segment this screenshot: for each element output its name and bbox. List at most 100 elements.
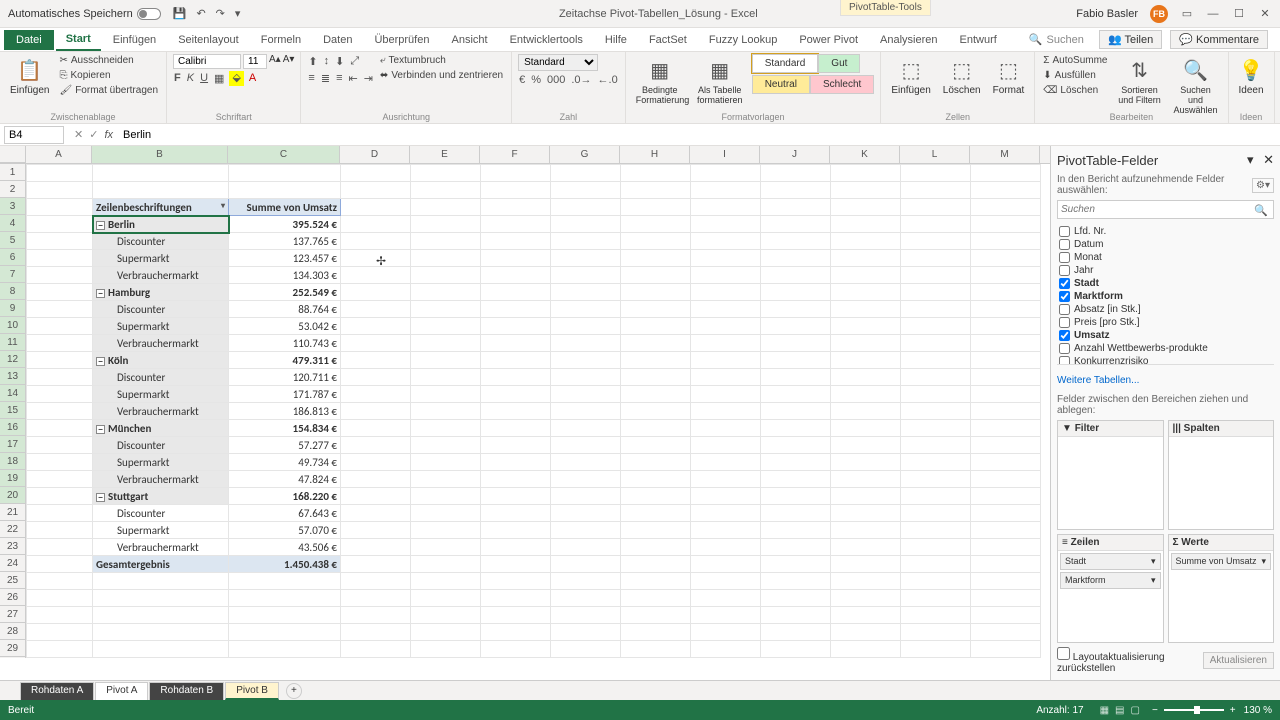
fx-icon[interactable]: fx — [104, 129, 113, 141]
fill-color-button[interactable]: ⬙ — [229, 71, 243, 86]
cell-F8[interactable] — [481, 284, 551, 301]
field-datum[interactable]: Datum — [1057, 238, 1274, 251]
cell-F28[interactable] — [481, 624, 551, 641]
cell-I4[interactable] — [691, 216, 761, 233]
row-header-26[interactable]: 26 — [0, 589, 25, 606]
field-checkbox[interactable] — [1059, 252, 1070, 263]
cut-button[interactable]: ✂ Ausschneiden — [57, 54, 160, 67]
cell-F1[interactable] — [481, 165, 551, 182]
cell-B29[interactable] — [93, 641, 229, 658]
increase-font-icon[interactable]: A▴ — [269, 54, 281, 69]
cell-H6[interactable] — [621, 250, 691, 267]
cell-H15[interactable] — [621, 403, 691, 420]
cell-D22[interactable] — [341, 522, 411, 539]
merge-button[interactable]: ⬌ Verbinden und zentrieren — [378, 69, 505, 82]
cell-B4[interactable]: −Berlin — [93, 216, 229, 233]
cell-F9[interactable] — [481, 301, 551, 318]
row-header-3[interactable]: 3 — [0, 198, 25, 215]
row-header-11[interactable]: 11 — [0, 334, 25, 351]
cell-C12[interactable]: 479.311 € — [229, 352, 341, 369]
cell-M18[interactable] — [971, 454, 1041, 471]
cell-H14[interactable] — [621, 386, 691, 403]
cell-M20[interactable] — [971, 488, 1041, 505]
rows-zone[interactable]: ≡ Zeilen Stadt▾Marktform▾ — [1057, 534, 1164, 644]
col-header-A[interactable]: A — [26, 146, 92, 163]
cell-E20[interactable] — [411, 488, 481, 505]
cell-K6[interactable] — [831, 250, 901, 267]
cell-L22[interactable] — [901, 522, 971, 539]
cell-I29[interactable] — [691, 641, 761, 658]
cell-I19[interactable] — [691, 471, 761, 488]
cell-E28[interactable] — [411, 624, 481, 641]
comments-button[interactable]: 💬 Kommentare — [1170, 30, 1268, 49]
cell-J15[interactable] — [761, 403, 831, 420]
field-checkbox[interactable] — [1059, 343, 1070, 354]
cell-A4[interactable] — [27, 216, 93, 233]
cell-I7[interactable] — [691, 267, 761, 284]
cell-F29[interactable] — [481, 641, 551, 658]
cell-J25[interactable] — [761, 573, 831, 590]
cell-A15[interactable] — [27, 403, 93, 420]
italic-button[interactable]: K — [186, 71, 195, 86]
sort-filter-button[interactable]: ⇅Sortieren und Filtern — [1114, 54, 1166, 109]
cell-I23[interactable] — [691, 539, 761, 556]
cell-A10[interactable] — [27, 318, 93, 335]
more-tables-link[interactable]: Weitere Tabellen... — [1057, 375, 1274, 386]
cell-D16[interactable] — [341, 420, 411, 437]
cell-H26[interactable] — [621, 590, 691, 607]
cell-L11[interactable] — [901, 335, 971, 352]
cell-M16[interactable] — [971, 420, 1041, 437]
cell-G3[interactable] — [551, 199, 621, 216]
cell-A6[interactable] — [27, 250, 93, 267]
font-name-input[interactable] — [173, 54, 241, 69]
cell-M1[interactable] — [971, 165, 1041, 182]
col-header-D[interactable]: D — [340, 146, 410, 163]
col-header-J[interactable]: J — [760, 146, 830, 163]
cell-K3[interactable] — [831, 199, 901, 216]
orientation-icon[interactable]: ⤢ — [349, 54, 360, 69]
wrap-text-button[interactable]: ⤶ Textumbruch — [378, 54, 505, 67]
cell-F11[interactable] — [481, 335, 551, 352]
cell-B15[interactable]: Verbrauchermarkt — [93, 403, 229, 420]
cell-A11[interactable] — [27, 335, 93, 352]
cell-J24[interactable] — [761, 556, 831, 573]
cell-H19[interactable] — [621, 471, 691, 488]
style-standard[interactable]: Standard — [752, 54, 819, 73]
cell-K2[interactable] — [831, 182, 901, 199]
tab-factset[interactable]: FactSet — [639, 30, 697, 50]
cell-B25[interactable] — [93, 573, 229, 590]
cell-A1[interactable] — [27, 165, 93, 182]
cell-I15[interactable] — [691, 403, 761, 420]
cell-G25[interactable] — [551, 573, 621, 590]
cell-F22[interactable] — [481, 522, 551, 539]
cell-L1[interactable] — [901, 165, 971, 182]
copy-button[interactable]: ⎘ Kopieren — [57, 69, 160, 82]
cell-H7[interactable] — [621, 267, 691, 284]
cell-I12[interactable] — [691, 352, 761, 369]
cell-F6[interactable] — [481, 250, 551, 267]
cell-J21[interactable] — [761, 505, 831, 522]
cell-B1[interactable] — [93, 165, 229, 182]
cell-F19[interactable] — [481, 471, 551, 488]
tab-formeln[interactable]: Formeln — [251, 30, 311, 50]
cell-M2[interactable] — [971, 182, 1041, 199]
pivot-pane-dropdown-icon[interactable]: ▾ — [1247, 152, 1254, 167]
cell-G18[interactable] — [551, 454, 621, 471]
cell-G21[interactable] — [551, 505, 621, 522]
cell-G6[interactable] — [551, 250, 621, 267]
cell-H9[interactable] — [621, 301, 691, 318]
cell-K24[interactable] — [831, 556, 901, 573]
cell-F27[interactable] — [481, 607, 551, 624]
cell-C2[interactable] — [229, 182, 341, 199]
cell-J28[interactable] — [761, 624, 831, 641]
cell-G9[interactable] — [551, 301, 621, 318]
cell-H5[interactable] — [621, 233, 691, 250]
cell-E10[interactable] — [411, 318, 481, 335]
cell-I6[interactable] — [691, 250, 761, 267]
find-button[interactable]: 🔍Suchen und Auswählen — [1170, 54, 1222, 119]
minimize-icon[interactable]: — — [1206, 7, 1220, 21]
tab-entwurf[interactable]: Entwurf — [950, 30, 1007, 50]
cell-I26[interactable] — [691, 590, 761, 607]
cell-E17[interactable] — [411, 437, 481, 454]
cell-I20[interactable] — [691, 488, 761, 505]
